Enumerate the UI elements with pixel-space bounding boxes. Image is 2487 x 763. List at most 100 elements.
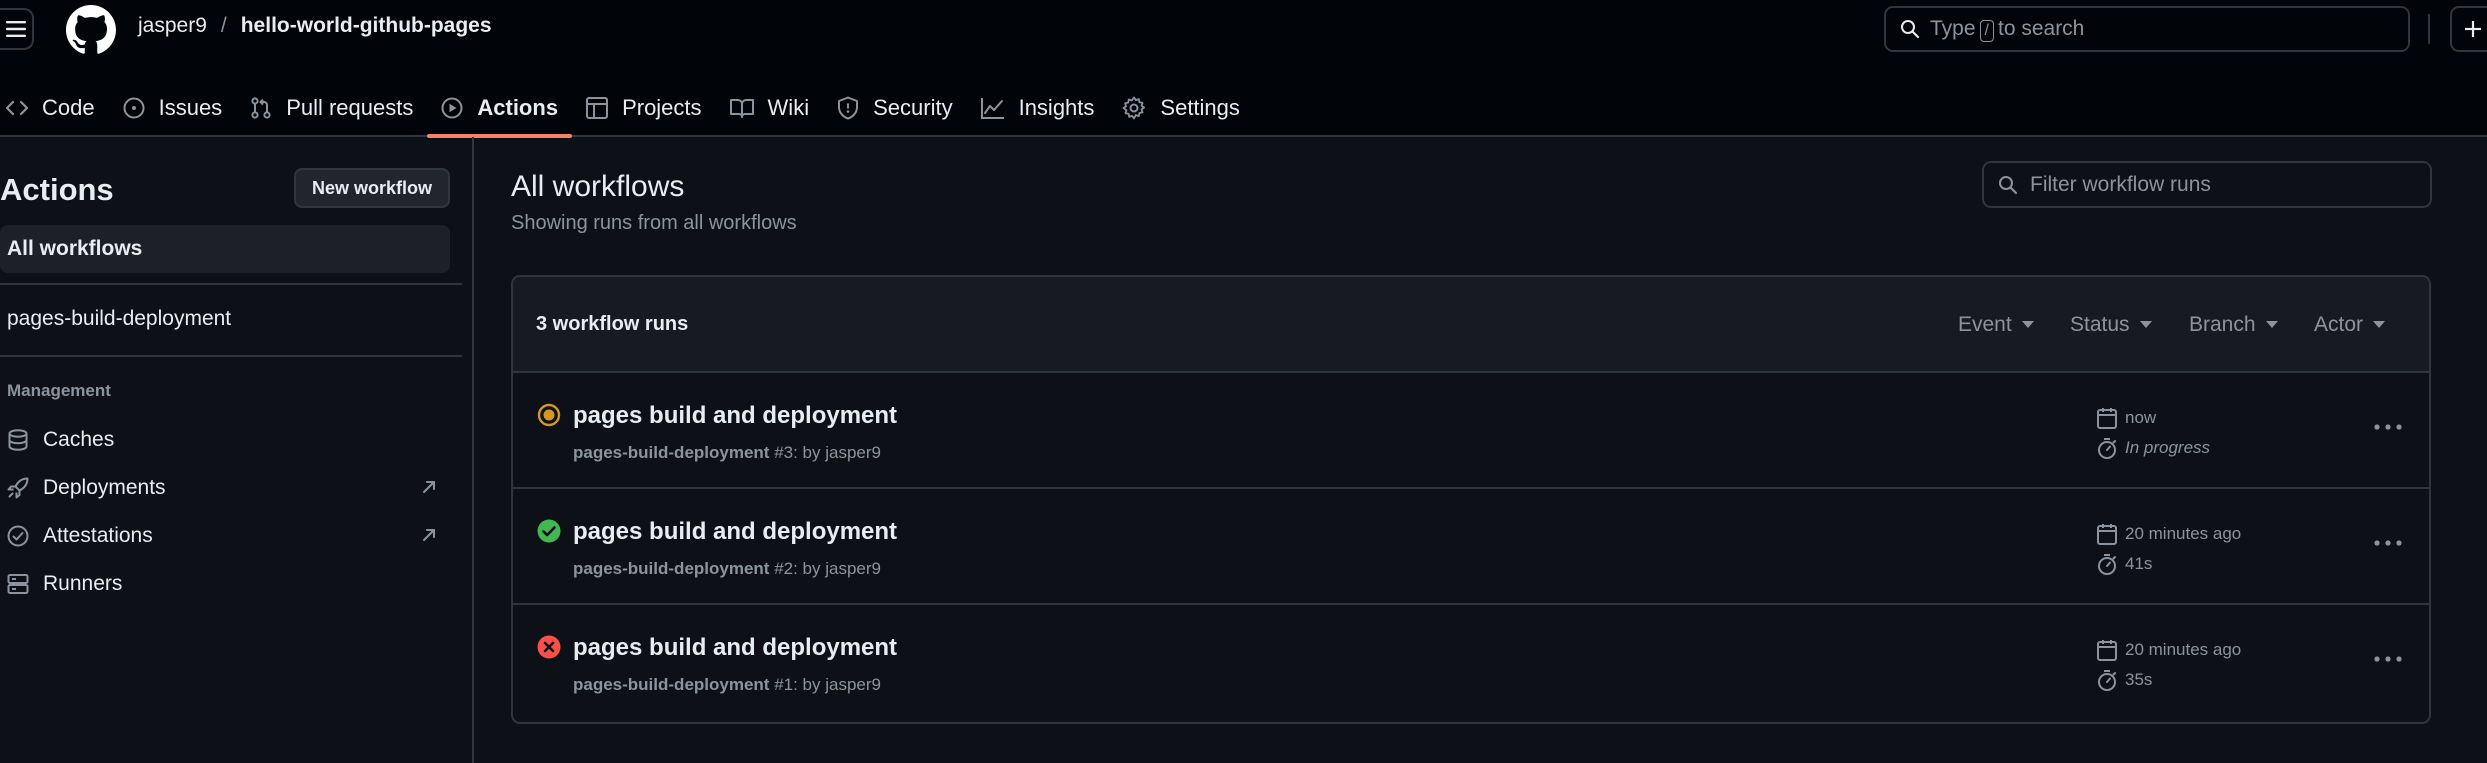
rocket-icon (7, 477, 29, 499)
run-subtitle: pages-build-deployment #1: by jasper9 (573, 675, 881, 695)
run-time: 20 minutes ago (2097, 523, 2241, 545)
tab-issues[interactable]: Issues (109, 78, 237, 137)
breadcrumb-separator: / (220, 14, 227, 37)
page-subtitle: Showing runs from all workflows (511, 212, 797, 234)
sidebar-item-all-workflows[interactable]: All workflows (0, 225, 450, 273)
runs-count: 3 workflow runs (536, 313, 689, 335)
tab-code[interactable]: Code (0, 78, 109, 137)
sidebar-title: Actions (0, 172, 114, 207)
play-icon (441, 97, 463, 118)
triangle-down-icon (2139, 321, 2152, 328)
actions-sidebar: Actions New workflow All workflows pages… (0, 137, 474, 763)
kebab-horizontal-icon[interactable] (2371, 533, 2405, 553)
sidebar-divider (0, 355, 462, 357)
kebab-horizontal-icon[interactable] (2371, 649, 2405, 669)
tab-pull-requests[interactable]: Pull requests (236, 78, 427, 137)
status-filter-dropdown[interactable]: Status (2070, 313, 2152, 337)
run-title-link[interactable]: pages build and deployment (573, 518, 897, 546)
status-success-icon (537, 519, 561, 543)
tab-label: Wiki (767, 94, 810, 120)
triangle-down-icon (2373, 321, 2386, 328)
code-icon (6, 100, 28, 115)
github-logo-icon[interactable] (66, 5, 116, 55)
runs-header: 3 workflow runs Event Status Branch Acto… (513, 277, 2429, 373)
calendar-icon (2097, 408, 2117, 429)
sidebar-item-caches[interactable]: Caches (7, 423, 437, 457)
breadcrumb-repo[interactable]: hello-world-github-pages (241, 14, 492, 38)
tab-insights[interactable]: Insights (967, 78, 1109, 137)
sidebar-item-attestations[interactable]: Attestations (7, 519, 437, 553)
sidebar-item-label: Attestations (43, 524, 153, 547)
plus-icon (2465, 21, 2481, 37)
repo-nav-tabs: Code Issues Pull requests Actions Projec… (0, 78, 1254, 138)
run-ref: #3: by jasper9 (774, 443, 881, 462)
external-link-icon (423, 481, 435, 493)
shield-icon (838, 96, 859, 119)
issue-opened-icon (123, 97, 145, 118)
run-workflow-name[interactable]: pages-build-deployment (573, 675, 769, 694)
tab-label: Pull requests (286, 94, 414, 120)
dropdown-label: Actor (2314, 313, 2364, 336)
tab-security[interactable]: Security (823, 78, 966, 137)
workflow-run-row[interactable]: pages build and deployment pages-build-d… (513, 489, 2429, 605)
dropdown-label: Status (2070, 313, 2130, 336)
run-duration: 35s (2097, 669, 2152, 691)
filter-placeholder: Filter workflow runs (2030, 172, 2211, 196)
gear-icon (1123, 96, 1146, 119)
tab-label: Actions (477, 94, 559, 120)
sidebar-item-pages-build-deployment[interactable]: pages-build-deployment (7, 307, 231, 331)
management-heading: Management (7, 381, 111, 400)
run-time: 20 minutes ago (2097, 639, 2241, 661)
hamburger-icon (6, 21, 26, 37)
tab-settings[interactable]: Settings (1108, 78, 1254, 137)
run-workflow-name[interactable]: pages-build-deployment (573, 443, 769, 462)
workflow-runs-box: 3 workflow runs Event Status Branch Acto… (511, 275, 2431, 724)
tab-actions[interactable]: Actions (427, 78, 572, 138)
git-pull-request-icon (251, 96, 271, 119)
sidebar-item-runners[interactable]: Runners (7, 567, 437, 601)
branch-filter-dropdown[interactable]: Branch (2189, 313, 2278, 337)
breadcrumb-owner[interactable]: jasper9 (138, 14, 207, 38)
tab-wiki[interactable]: Wiki (716, 78, 824, 137)
calendar-icon (2097, 640, 2117, 661)
create-new-button[interactable] (2450, 6, 2487, 52)
tab-label: Issues (158, 94, 223, 120)
run-duration-text: 35s (2125, 670, 2153, 689)
search-hint: Type / to search (1930, 17, 2084, 42)
header-divider (2428, 14, 2430, 44)
event-filter-dropdown[interactable]: Event (1958, 313, 2034, 337)
run-duration: In progress (2097, 437, 2210, 459)
run-ref: #2: by jasper9 (774, 559, 881, 578)
tab-projects[interactable]: Projects (572, 78, 715, 137)
new-workflow-button[interactable]: New workflow (294, 168, 450, 208)
filter-workflow-runs-input[interactable]: Filter workflow runs (1982, 161, 2432, 208)
actor-filter-dropdown[interactable]: Actor (2314, 313, 2386, 337)
workflow-run-row[interactable]: pages build and deployment pages-build-d… (513, 373, 2429, 489)
run-subtitle: pages-build-deployment #2: by jasper9 (573, 559, 881, 579)
sidebar-item-deployments[interactable]: Deployments (7, 471, 437, 505)
tab-label: Settings (1160, 94, 1240, 120)
search-hint-pre: Type (1930, 16, 1976, 40)
run-title-link[interactable]: pages build and deployment (573, 634, 897, 662)
graph-icon (980, 97, 1004, 119)
triangle-down-icon (2021, 321, 2034, 328)
global-search-input[interactable]: Type / to search (1884, 6, 2410, 52)
tab-label: Code (42, 94, 95, 120)
run-ref: #1: by jasper9 (774, 675, 881, 694)
dropdown-label: Branch (2189, 313, 2256, 336)
run-time-text: 20 minutes ago (2125, 640, 2242, 659)
status-in-progress-icon (537, 403, 561, 427)
workflow-run-row[interactable]: pages build and deployment pages-build-d… (513, 605, 2429, 721)
run-duration-text: 41s (2125, 554, 2153, 573)
menu-button[interactable] (0, 8, 34, 50)
run-title-link[interactable]: pages build and deployment (573, 402, 897, 430)
sidebar-divider (0, 283, 462, 285)
run-workflow-name[interactable]: pages-build-deployment (573, 559, 769, 578)
run-time: now (2097, 407, 2156, 429)
kebab-horizontal-icon[interactable] (2371, 417, 2405, 437)
search-hint-post: to search (1997, 16, 2085, 40)
table-icon (586, 96, 609, 119)
sidebar-item-label: Caches (43, 428, 115, 451)
stopwatch-icon (2098, 438, 2116, 459)
search-icon (1901, 20, 1920, 39)
